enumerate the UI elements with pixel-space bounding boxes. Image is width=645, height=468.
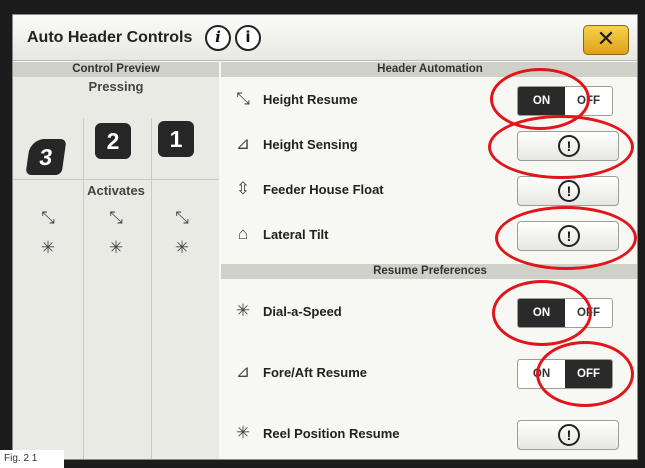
height-resume-icon: ⤡	[41, 208, 55, 227]
annotation-circle	[495, 206, 637, 270]
reel-position-resume-icon: ✳	[235, 423, 251, 442]
exclamation-icon: !	[558, 180, 580, 202]
key-3: 3	[25, 139, 67, 175]
dial-a-speed-icon: ✳	[174, 238, 190, 257]
dial-a-speed-icon: ✳	[108, 238, 124, 257]
row-label: Height Sensing	[263, 137, 358, 152]
height-resume-icon: ⤡	[236, 89, 250, 108]
height-resume-icon: ⤡	[175, 208, 189, 227]
close-button[interactable]: ✕	[583, 25, 629, 55]
info-icon[interactable]: i	[235, 25, 261, 51]
info-italic-icon[interactable]: i	[205, 25, 231, 51]
pressing-label: Pressing	[88, 79, 144, 94]
annotation-circle	[492, 280, 592, 346]
page-title: Auto Header Controls	[27, 29, 193, 46]
column-divider	[151, 118, 152, 459]
row-label: Feeder House Float	[263, 182, 384, 197]
feeder-house-float-button[interactable]: !	[517, 176, 619, 206]
key-1: 1	[158, 121, 194, 157]
row-label: Lateral Tilt	[263, 227, 329, 242]
dial-a-speed-icon: ✳	[235, 301, 251, 320]
annotation-circle	[488, 115, 634, 179]
key-2: 2	[95, 123, 131, 159]
row-label: Fore/Aft Resume	[263, 365, 368, 380]
row-label: Reel Position Resume	[263, 426, 400, 441]
control-preview-panel: Control Preview Pressing 3 2 1 Activates…	[13, 62, 219, 459]
annotation-circle	[536, 341, 634, 407]
exclamation-icon: !	[558, 424, 580, 446]
figure-caption: Fig. 2 1	[0, 450, 64, 468]
close-icon: ✕	[596, 26, 616, 51]
activates-label: Activates	[87, 183, 145, 198]
row-label: Height Resume	[263, 92, 358, 107]
title-bar: Auto Header Controls i i ✕	[13, 15, 637, 61]
dial-a-speed-icon: ✳	[40, 238, 56, 257]
height-resume-icon: ⤡	[109, 208, 123, 227]
lateral-tilt-icon: ⌂	[237, 224, 249, 243]
fore-aft-resume-icon: ⊿	[235, 362, 251, 381]
row-label: Dial-a-Speed	[263, 304, 342, 319]
row-reel-position-resume: ✳ Reel Position Resume !	[221, 414, 637, 458]
height-sensing-icon: ⊿	[235, 134, 251, 153]
column-divider	[83, 118, 84, 459]
control-preview-header: Control Preview	[13, 62, 219, 77]
feeder-house-float-icon: ⇳	[235, 179, 251, 198]
header-automation-header: Header Automation	[221, 62, 637, 77]
divider	[13, 179, 219, 180]
reel-position-resume-button[interactable]: !	[517, 420, 619, 450]
